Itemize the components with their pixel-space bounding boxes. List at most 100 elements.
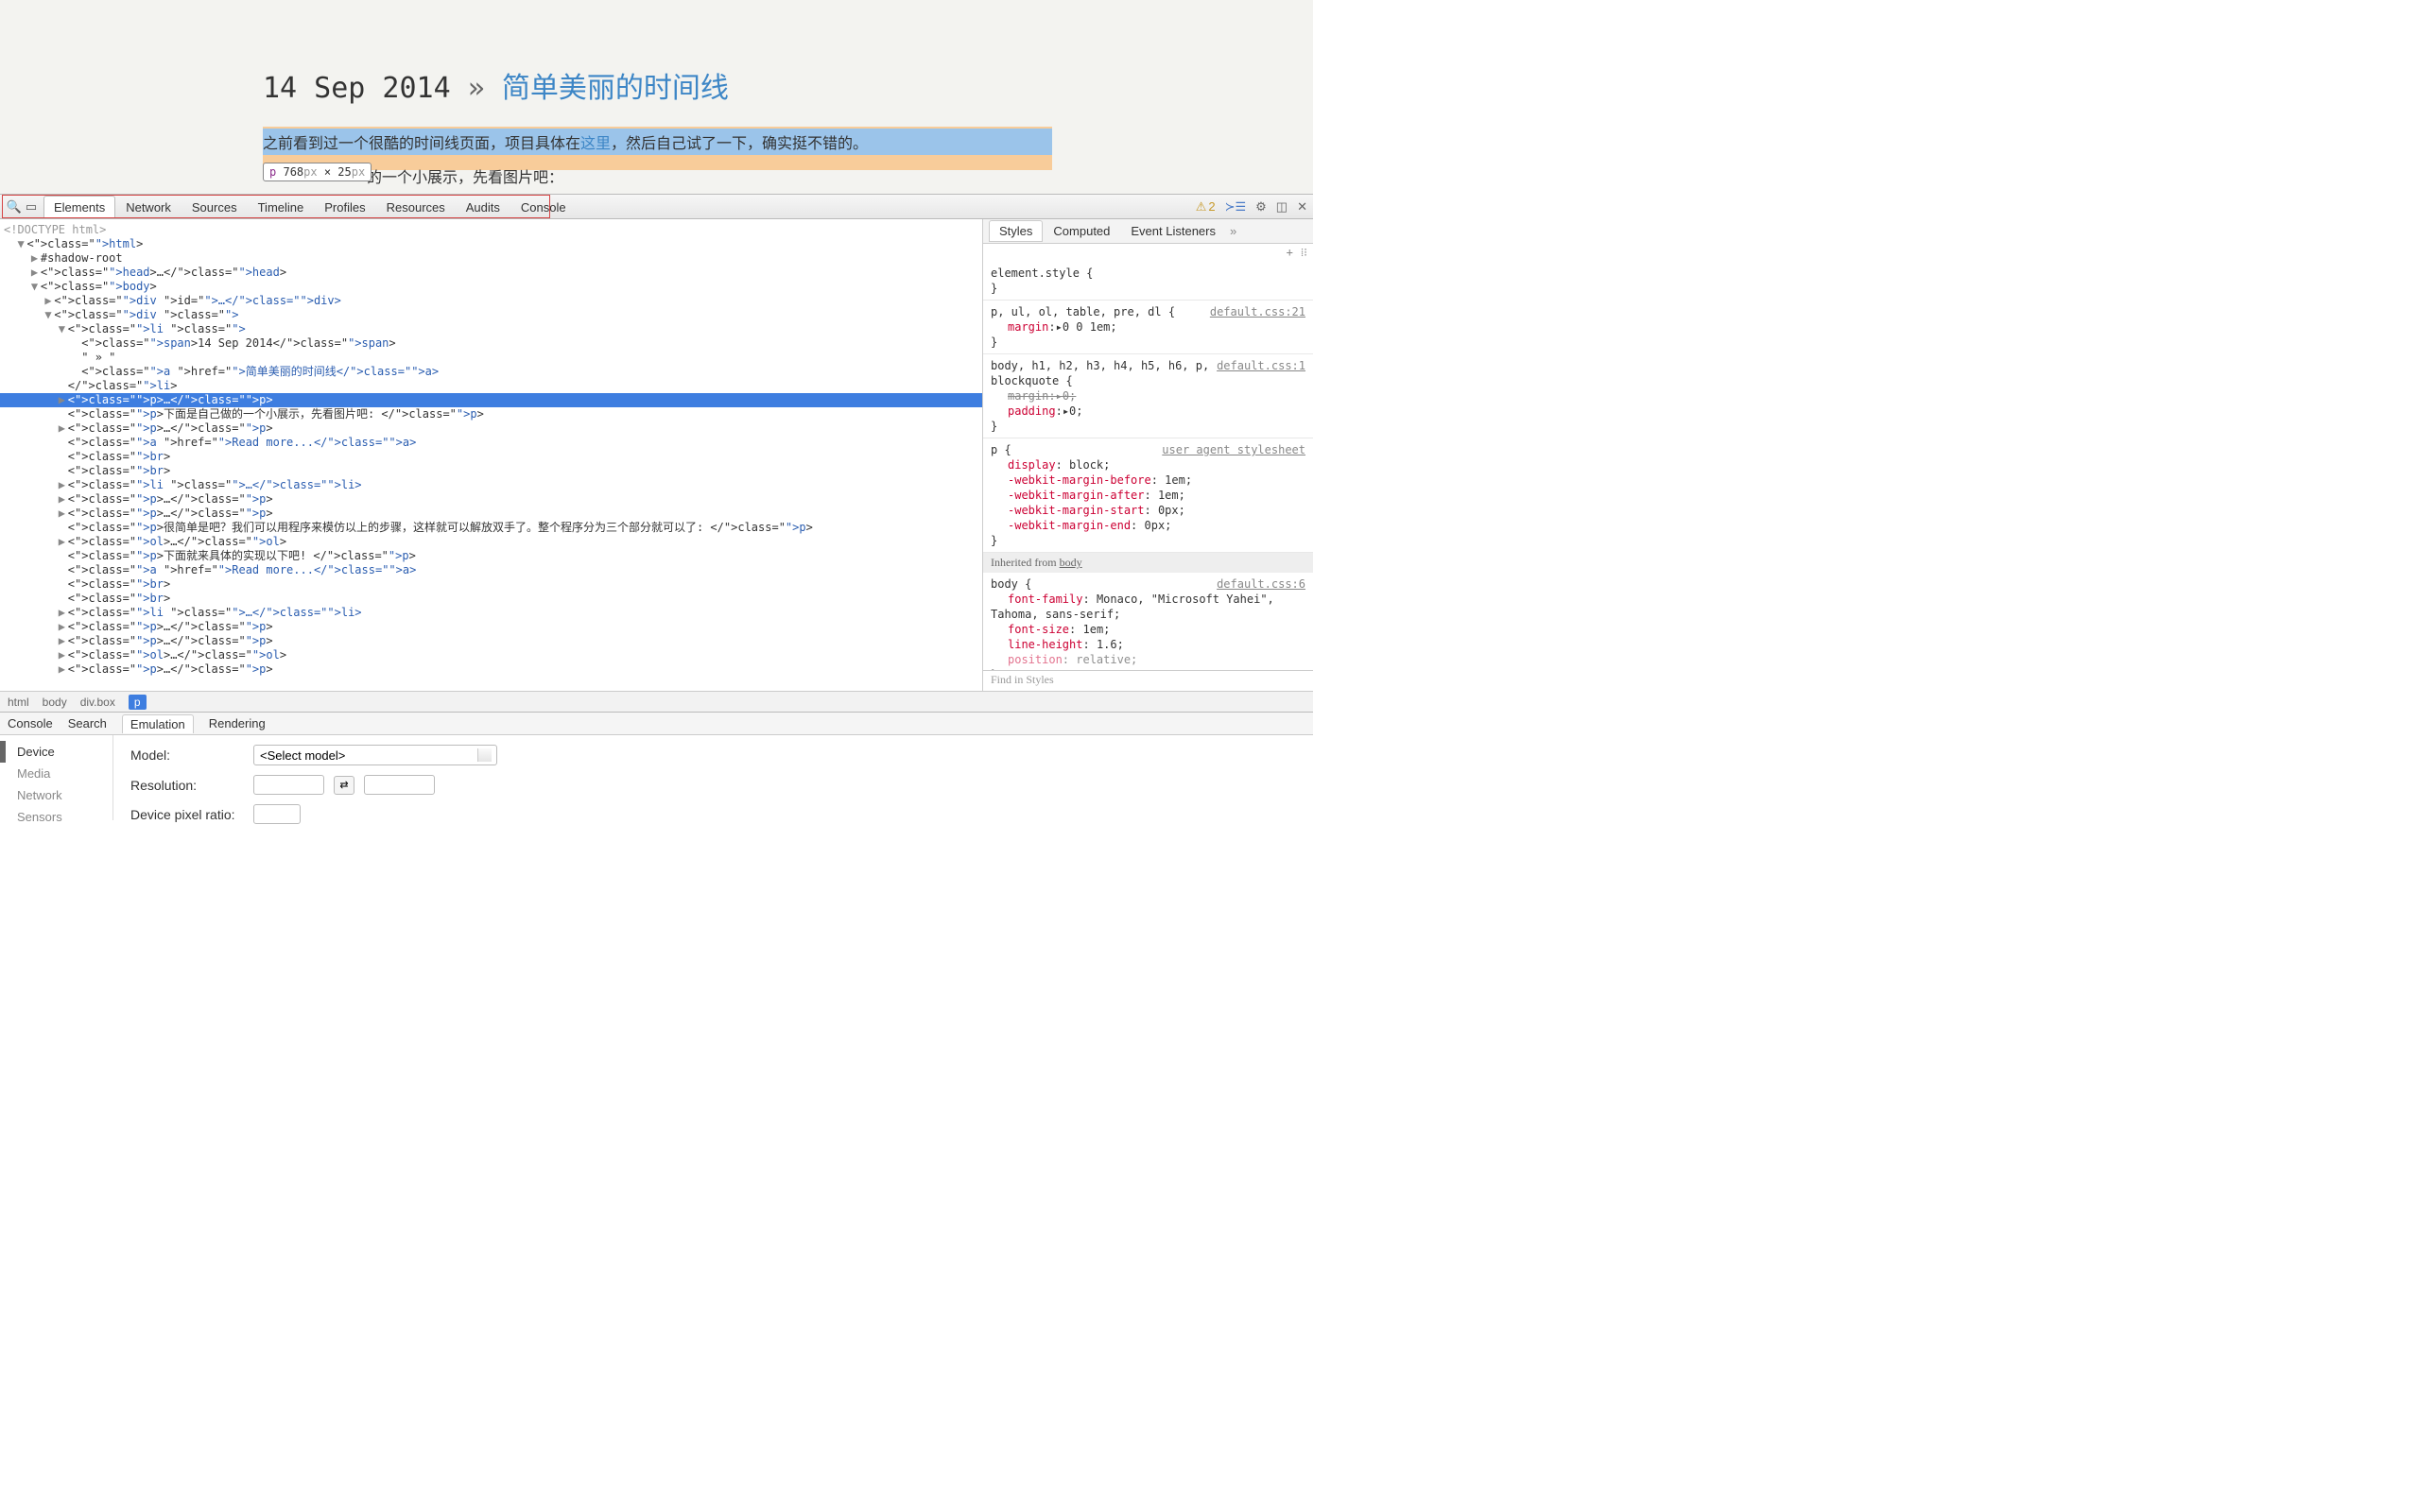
resolution-label: Resolution:: [130, 778, 244, 793]
tab-elements[interactable]: Elements: [43, 196, 115, 218]
find-in-styles[interactable]: Find in Styles: [983, 670, 1313, 691]
css-rule[interactable]: default.css:6body {font-family: Monaco, …: [983, 573, 1313, 670]
dpr-input[interactable]: [253, 804, 301, 824]
devtools-toolbar: 🔍 ▭ Elements Network Sources Timeline Pr…: [0, 195, 1313, 219]
tab-audits[interactable]: Audits: [456, 196, 510, 218]
settings-icon[interactable]: ⚙: [1255, 199, 1267, 215]
show-drawer-icon[interactable]: ≻☰: [1225, 199, 1247, 215]
rule-source[interactable]: default.css:1: [1217, 358, 1305, 373]
toggle-state-icon[interactable]: ⁞⁝: [1301, 246, 1307, 260]
drawer-tabs: Console Search Emulation Rendering: [0, 713, 1313, 735]
dom-line[interactable]: ▼<">class="">li ">class="">: [0, 322, 982, 336]
dom-line[interactable]: ▶<">class="">li ">class="">…</">class=""…: [0, 478, 982, 492]
dom-line[interactable]: ▶<">class="">p>…</">class="">p>: [0, 662, 982, 677]
dom-line[interactable]: ▶<">class="">div ">id="">…</">class="">d…: [0, 294, 982, 308]
inspect-icon[interactable]: 🔍: [6, 199, 23, 215]
p1-link[interactable]: 这里: [580, 136, 611, 152]
dom-line[interactable]: ▶<">class="">li ">class="">…</">class=""…: [0, 606, 982, 620]
tab-resources[interactable]: Resources: [376, 196, 456, 218]
close-icon[interactable]: ✕: [1297, 199, 1307, 215]
rule-source[interactable]: default.css:21: [1210, 304, 1305, 319]
more-tabs-icon[interactable]: »: [1230, 224, 1236, 238]
dom-line[interactable]: <">class="">br>: [0, 592, 982, 606]
p1-text-after: ，然后自己试了一下，确实挺不错的。: [611, 136, 868, 152]
dom-line[interactable]: <">class="">br>: [0, 464, 982, 478]
drawer-tab-console[interactable]: Console: [8, 716, 53, 730]
css-rule[interactable]: user agent stylesheetp {display: block;-…: [983, 438, 1313, 553]
model-label: Model:: [130, 747, 244, 763]
styles-tabs: Styles Computed Event Listeners »: [983, 219, 1313, 244]
dom-line[interactable]: ▼<">class="">body>: [0, 280, 982, 294]
tooltip-unit2: px: [352, 165, 365, 179]
rule-element-style[interactable]: element.style { }: [983, 262, 1313, 301]
emu-side-network[interactable]: Network: [0, 784, 112, 806]
css-rule[interactable]: default.css:21p, ul, ol, table, pre, dl …: [983, 301, 1313, 354]
emulation-sidebar: Device Media Network Sensors: [0, 735, 113, 820]
css-rule[interactable]: default.css:1body, h1, h2, h3, h4, h5, h…: [983, 354, 1313, 438]
dom-line[interactable]: ▶<">class="">ol>…</">class="">ol>: [0, 648, 982, 662]
rule-source[interactable]: user agent stylesheet: [1162, 442, 1305, 457]
dom-line[interactable]: ▼<">class="">html>: [0, 237, 982, 251]
dom-line[interactable]: <">class="">p>很简单是吧？我们可以用程序来模仿以上的步骤，这样就可…: [0, 521, 982, 535]
tab-network[interactable]: Network: [115, 196, 182, 218]
model-select[interactable]: <Select model>: [253, 745, 497, 765]
emu-side-media[interactable]: Media: [0, 763, 112, 784]
drawer-tab-emulation[interactable]: Emulation: [122, 714, 194, 733]
resolution-width-input[interactable]: [253, 775, 324, 795]
bc-div-box[interactable]: div.box: [80, 696, 115, 709]
dom-line[interactable]: <">class="">p>下面是自己做的一个小展示，先看图片吧: </">cl…: [0, 407, 982, 421]
rule-source[interactable]: default.css:6: [1217, 576, 1305, 592]
inherited-link[interactable]: body: [1060, 556, 1082, 569]
bc-body[interactable]: body: [43, 696, 67, 709]
dom-line[interactable]: ▶<">class="">head>…</">class="">head>: [0, 266, 982, 280]
devtools-tabs: Elements Network Sources Timeline Profil…: [43, 196, 577, 218]
dom-line[interactable]: <">class="">span>14 Sep 2014</">class=""…: [0, 336, 982, 351]
dom-tree[interactable]: <!DOCTYPE html> ▼<">class="">html> ▶#sha…: [0, 219, 982, 691]
rendered-page: 14 Sep 2014 » 简单美丽的时间线 之前看到过一个很酷的时间线页面，项…: [0, 0, 1313, 194]
resolution-height-input[interactable]: [364, 775, 435, 795]
dock-icon[interactable]: ◫: [1276, 199, 1288, 215]
warning-badge[interactable]: ⚠2: [1196, 199, 1216, 215]
device-mode-icon[interactable]: ▭: [23, 199, 40, 215]
bc-p[interactable]: p: [129, 695, 147, 710]
dom-line[interactable]: ▶<">class="">ol>…</">class="">ol>: [0, 535, 982, 549]
drawer-tab-search[interactable]: Search: [68, 716, 107, 730]
tab-timeline[interactable]: Timeline: [248, 196, 315, 218]
post-title-link[interactable]: 简单美丽的时间线: [502, 72, 729, 105]
emu-side-device[interactable]: Device: [0, 741, 112, 763]
dom-line[interactable]: ▶<">class="">p>…</">class="">p>: [0, 634, 982, 648]
bc-html[interactable]: html: [8, 696, 29, 709]
tab-console[interactable]: Console: [510, 196, 577, 218]
tab-profiles[interactable]: Profiles: [314, 196, 375, 218]
highlighted-paragraph: 之前看到过一个很酷的时间线页面，项目具体在这里，然后自己试了一下，确实挺不错的。: [263, 129, 1052, 155]
swap-dimensions-button[interactable]: ⇄: [334, 776, 354, 795]
dom-line[interactable]: ▼<">class="">div ">class="">: [0, 308, 982, 322]
emulation-panel: Device Media Network Sensors Model: <Sel…: [0, 735, 1313, 820]
dom-line[interactable]: <">class="">br>: [0, 577, 982, 592]
tab-sources[interactable]: Sources: [182, 196, 248, 218]
dom-line[interactable]: <">class="">p>下面就来具体的实现以下吧! </">class=""…: [0, 549, 982, 563]
dom-line[interactable]: ▶<">class="">p>…</">class="">p>: [0, 421, 982, 436]
styles-tab-listeners[interactable]: Event Listeners: [1120, 220, 1226, 242]
styles-body[interactable]: + ⁞⁝ element.style { } default.css:21p, u…: [983, 244, 1313, 670]
new-rule-icon[interactable]: +: [1287, 246, 1293, 260]
dom-line[interactable]: <!DOCTYPE html>: [0, 223, 982, 237]
styles-tab-computed[interactable]: Computed: [1043, 220, 1120, 242]
dom-line[interactable]: ▶<">class="">p>…</">class="">p>: [0, 507, 982, 521]
dom-line[interactable]: ▶<">class="">p>…</">class="">p>: [0, 620, 982, 634]
styles-tab-styles[interactable]: Styles: [989, 220, 1043, 242]
tooltip-width: 768: [283, 165, 303, 179]
dom-line[interactable]: ▶<">class="">p>…</">class="">p>: [0, 492, 982, 507]
dom-line[interactable]: ▶<">class="">p>…</">class="">p>: [0, 393, 982, 407]
dom-line[interactable]: <">class="">a ">href="">Read more...</">…: [0, 563, 982, 577]
breadcrumb: html body div.box p: [0, 691, 1313, 712]
dom-line[interactable]: " » ": [0, 351, 982, 365]
styles-pane: Styles Computed Event Listeners » + ⁞⁝ el…: [982, 219, 1313, 691]
dom-line[interactable]: <">class="">a ">href="">简单美丽的时间线</">clas…: [0, 365, 982, 379]
emu-side-sensors[interactable]: Sensors: [0, 806, 112, 828]
drawer-tab-rendering[interactable]: Rendering: [209, 716, 266, 730]
dom-line[interactable]: </">class="">li>: [0, 379, 982, 393]
dom-line[interactable]: <">class="">br>: [0, 450, 982, 464]
dom-line[interactable]: <">class="">a ">href="">Read more...</">…: [0, 436, 982, 450]
dom-line[interactable]: ▶#shadow-root: [0, 251, 982, 266]
